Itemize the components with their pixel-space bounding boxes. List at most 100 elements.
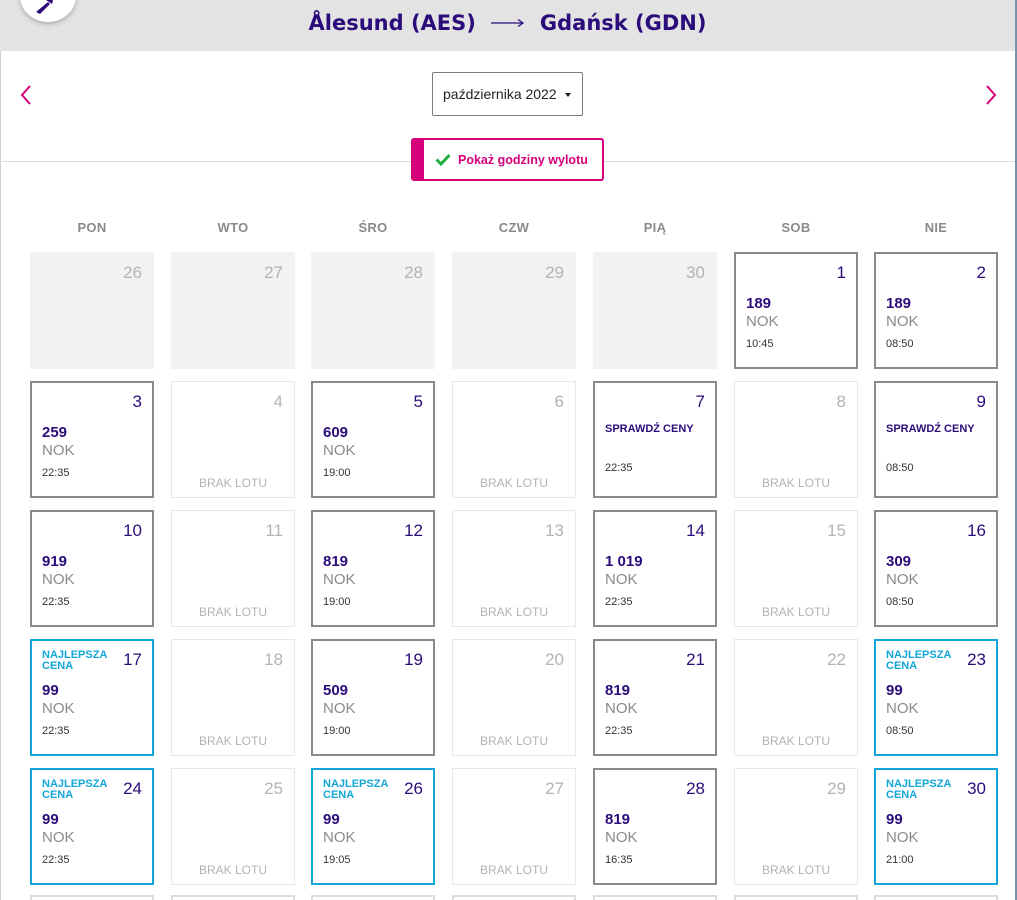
calendar-day-cell[interactable]: 28 819 NOK 16:35 <box>593 768 717 885</box>
day-number: 7 <box>695 392 705 411</box>
calendar-day-no-flight: 8 BRAK LOTU <box>734 381 858 498</box>
prev-month-button[interactable] <box>16 82 40 108</box>
calendar-day-best-price[interactable]: 23 NAJLEPSZA CENA 99 NOK 08:50 <box>874 639 998 756</box>
origin-airport: Ålesund (AES) <box>308 10 476 35</box>
day-number: 3 <box>132 392 142 411</box>
show-departure-times-toggle[interactable]: Pokaż godziny wylotu <box>411 138 604 181</box>
calendar-day-cell[interactable]: 19 509 NOK 19:00 <box>311 639 435 756</box>
calendar-day-no-flight: 18 BRAK LOTU <box>171 639 295 756</box>
calendar-day-best-price[interactable]: 30 NAJLEPSZA CENA 99 NOK 21:00 <box>874 768 998 885</box>
calendar-day-no-flight: 22 BRAK LOTU <box>734 639 858 756</box>
calendar-day-cell[interactable]: 14 1 019 NOK 22:35 <box>593 510 717 627</box>
day-number: 28 <box>686 779 705 798</box>
calendar-day-cell[interactable]: 5 609 NOK 19:00 <box>311 381 435 498</box>
departure-time: 08:50 <box>886 338 914 350</box>
day-number: 21 <box>686 650 705 669</box>
fare-price: 99 <box>42 682 59 699</box>
calendar-day-cell[interactable]: 3 259 NOK 22:35 <box>30 381 154 498</box>
fare-price: 309 <box>886 553 912 570</box>
day-number: 23 <box>967 650 986 669</box>
calendar-day-no-flight: 27 BRAK LOTU <box>452 768 576 885</box>
best-price-badge: NAJLEPSZA CENA <box>42 778 107 801</box>
no-flight-label: BRAK LOTU <box>198 476 267 490</box>
next-month-button[interactable] <box>980 82 1004 108</box>
calendar-day-cell[interactable]: 12 819 NOK 19:00 <box>311 510 435 627</box>
no-flight-label: BRAK LOTU <box>198 605 267 619</box>
calendar-day-no-flight: 20 BRAK LOTU <box>452 639 576 756</box>
fare-price: 99 <box>886 682 903 699</box>
day-number: 8 <box>836 392 846 411</box>
day-number: 22 <box>827 650 846 669</box>
route-header: Ålesund (AES) Gdańsk (GDN) <box>0 0 1015 51</box>
calendar-day-cell[interactable]: 9 SPRAWDŹ CENY 08:50 <box>874 381 998 498</box>
calendar-day-no-flight: 13 BRAK LOTU <box>452 510 576 627</box>
fare-price: 819 <box>323 553 349 570</box>
day-number: 12 <box>404 521 423 540</box>
day-number: 28 <box>404 263 423 282</box>
fare-price: 1 019 <box>605 553 643 570</box>
departure-time: 19:00 <box>323 596 351 608</box>
fare-price: 919 <box>42 553 68 570</box>
calendar-day-no-flight: 11 BRAK LOTU <box>171 510 295 627</box>
fare-price: 189 <box>886 295 912 312</box>
day-number: 18 <box>264 650 283 669</box>
calendar-day-cell[interactable]: 2 189 NOK 08:50 <box>874 252 998 369</box>
departure-time: 19:05 <box>323 854 351 866</box>
calendar-day-no-flight: 6 BRAK LOTU <box>452 381 576 498</box>
fare-currency: NOK <box>42 829 75 846</box>
fare-price: 819 <box>605 682 631 699</box>
departure-time: 22:35 <box>42 467 70 479</box>
calendar-day-cell[interactable]: 16 309 NOK 08:50 <box>874 510 998 627</box>
calendar-day-best-price[interactable]: 26 NAJLEPSZA CENA 99 NOK 19:05 <box>311 768 435 885</box>
day-number: 5 <box>413 392 423 411</box>
calendar-day-cell[interactable]: 1 189 NOK 10:45 <box>734 252 858 369</box>
calendar-day-outside-month: 30 <box>593 252 717 369</box>
departure-time: 10:45 <box>746 338 774 350</box>
departure-time: 21:00 <box>886 854 914 866</box>
departure-time: 22:35 <box>42 725 70 737</box>
fare-currency: NOK <box>605 829 638 846</box>
day-number: 29 <box>545 263 564 282</box>
calendar-day-cell[interactable]: 10 919 NOK 22:35 <box>30 510 154 627</box>
calendar-day-cell-partial <box>311 895 435 900</box>
no-flight-label: BRAK LOTU <box>761 734 830 748</box>
calendar-day-cell[interactable]: 7 SPRAWDŹ CENY 22:35 <box>593 381 717 498</box>
calendar-day-best-price[interactable]: 24 NAJLEPSZA CENA 99 NOK 22:35 <box>30 768 154 885</box>
fare-currency: NOK <box>323 442 356 459</box>
no-flight-label: BRAK LOTU <box>479 476 548 490</box>
fare-price: 99 <box>886 811 903 828</box>
no-flight-label: BRAK LOTU <box>479 863 548 877</box>
weekday-sro: ŚRO <box>358 220 388 235</box>
day-number: 27 <box>264 263 283 282</box>
fare-currency: NOK <box>323 700 356 717</box>
calendar-day-cell-partial <box>30 895 154 900</box>
calendar-day-outside-month: 27 <box>171 252 295 369</box>
best-price-badge: NAJLEPSZA CENA <box>886 649 951 672</box>
day-number: 10 <box>123 521 142 540</box>
day-number: 14 <box>686 521 705 540</box>
no-flight-label: BRAK LOTU <box>479 605 548 619</box>
month-select[interactable]: października 2022 <box>432 72 583 116</box>
weekday-wto: WTO <box>217 220 249 235</box>
calendar-day-no-flight: 15 BRAK LOTU <box>734 510 858 627</box>
day-number: 29 <box>827 779 846 798</box>
fare-currency: NOK <box>323 571 356 588</box>
day-number: 30 <box>967 779 986 798</box>
calendar-day-cell-partial <box>593 895 717 900</box>
day-number: 2 <box>976 263 986 282</box>
departure-time: 22:35 <box>42 596 70 608</box>
fare-price: 609 <box>323 424 349 441</box>
calendar-day-no-flight: 25 BRAK LOTU <box>171 768 295 885</box>
calendar-day-cell[interactable]: 21 819 NOK 22:35 <box>593 639 717 756</box>
departure-time: 08:50 <box>886 725 914 737</box>
checkmark-icon <box>435 153 451 171</box>
day-number: 20 <box>545 650 564 669</box>
departure-time: 22:35 <box>605 725 633 737</box>
day-number: 30 <box>686 263 705 282</box>
page-edge-left <box>0 0 1 900</box>
calendar-day-outside-month: 29 <box>452 252 576 369</box>
calendar-day-best-price[interactable]: 17 NAJLEPSZA CENA 99 NOK 22:35 <box>30 639 154 756</box>
day-number: 4 <box>273 392 283 411</box>
day-number: 26 <box>123 263 142 282</box>
caret-down-icon <box>565 93 571 97</box>
